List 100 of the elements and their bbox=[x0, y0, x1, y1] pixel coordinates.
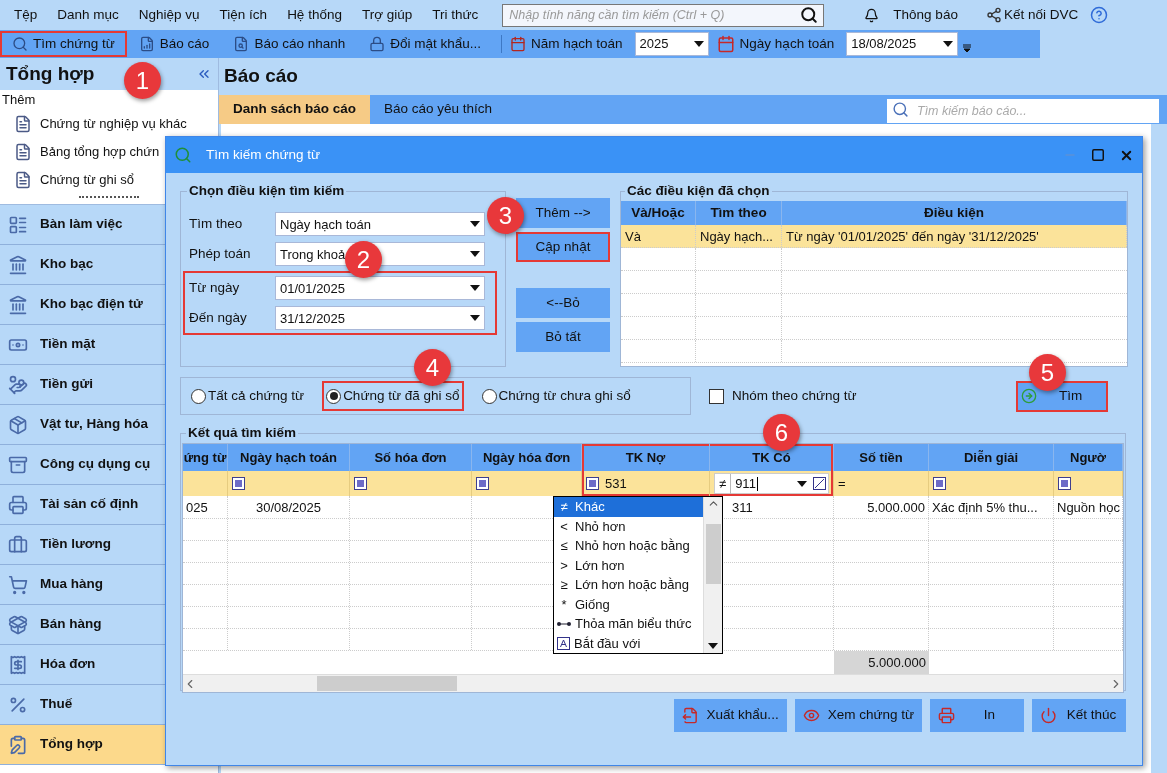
dropdown-item[interactable]: < Nhỏ hơn bbox=[554, 516, 703, 537]
overflow-icon[interactable] bbox=[963, 44, 972, 52]
column-header[interactable]: TK Nợ bbox=[625, 448, 666, 468]
checkbox[interactable] bbox=[709, 388, 724, 404]
combo-box[interactable]: 2025 bbox=[634, 32, 709, 56]
dialog-button[interactable]: Thêm --> bbox=[516, 198, 610, 228]
column-header[interactable]: TK Có bbox=[752, 448, 791, 468]
toolbar-button[interactable]: Tìm chứng từ bbox=[0, 31, 127, 57]
dropdown-item[interactable]: ≠ Khác bbox=[554, 497, 703, 517]
radio-button[interactable] bbox=[326, 388, 342, 404]
radio-option[interactable]: Chứng từ chưa ghi sổ bbox=[477, 381, 635, 411]
footer-button[interactable]: Xem chứng từ bbox=[794, 699, 922, 732]
lock-icon bbox=[369, 36, 386, 52]
toolbar-button[interactable]: Đổi mật khẩu... bbox=[357, 31, 494, 57]
dropdown-item[interactable]: ≤ Nhỏ hơn hoặc bằng bbox=[554, 536, 703, 556]
receipt-icon bbox=[8, 654, 28, 675]
column-header[interactable]: Tìm theo bbox=[710, 203, 767, 224]
hand-coins-icon bbox=[8, 374, 28, 395]
menu-item[interactable]: Hệ thống bbox=[287, 4, 342, 26]
filter-icon[interactable] bbox=[586, 477, 599, 491]
radio-button[interactable] bbox=[191, 388, 206, 404]
dialog-button[interactable]: Bỏ tất bbox=[516, 322, 610, 352]
help-icon[interactable] bbox=[1090, 6, 1109, 24]
menu-item[interactable]: Tiện ích bbox=[219, 4, 268, 26]
maximize-icon[interactable] bbox=[1091, 148, 1105, 162]
dialog-button[interactable]: Cập nhật bbox=[516, 232, 610, 262]
tab[interactable]: Danh sách báo cáo bbox=[219, 95, 371, 124]
table-cell-text: 30/08/2025 bbox=[255, 498, 322, 517]
total-cell-text: 5.000.000 bbox=[868, 654, 926, 672]
search-icon bbox=[174, 146, 192, 164]
clear-filter-icon[interactable] bbox=[813, 477, 826, 491]
eye-icon bbox=[802, 707, 820, 724]
group-title: Các điều kiện đã chọn bbox=[626, 182, 771, 200]
checkbox-option[interactable]: Nhóm theo chứng từ bbox=[709, 385, 857, 407]
column-header[interactable]: Điều kiện bbox=[924, 203, 984, 224]
toolbar-button[interactable]: Báo cáo nhanh bbox=[221, 31, 358, 57]
radio-button[interactable] bbox=[481, 388, 497, 404]
dropdown-item[interactable]: Bắt đầu với bbox=[554, 633, 703, 654]
menu-item[interactable]: Tệp bbox=[14, 4, 38, 26]
combo-box[interactable]: 01/01/2025 bbox=[275, 276, 485, 301]
filter-icon[interactable] bbox=[476, 477, 489, 491]
column-header[interactable]: Ngườ bbox=[1070, 448, 1106, 468]
search-field[interactable]: Nhập tính năng cần tìm kiếm (Ctrl + Q) bbox=[502, 3, 825, 27]
column-header[interactable]: Ngày hạch toán bbox=[240, 448, 337, 468]
field-label: Năm hạch toán bbox=[531, 34, 623, 53]
bank-icon bbox=[8, 254, 28, 275]
connect-link[interactable]: Kết nối DVC bbox=[1003, 4, 1079, 26]
caret-icon bbox=[470, 221, 480, 228]
menu-item[interactable]: Danh mục bbox=[57, 4, 119, 26]
box-icon bbox=[8, 414, 28, 435]
filter-field[interactable]: ≠ 911 bbox=[714, 473, 829, 495]
menu-item[interactable]: Tri thức bbox=[432, 4, 479, 26]
caret-icon bbox=[708, 643, 718, 650]
search-icon bbox=[12, 36, 28, 52]
connector-icon bbox=[557, 621, 571, 627]
combo-box[interactable]: 18/08/2025 bbox=[846, 32, 959, 56]
filter-value[interactable]: 531 bbox=[605, 474, 627, 494]
notifications-link[interactable]: Thông báo bbox=[893, 4, 958, 26]
search-button[interactable]: Tìm bbox=[1016, 380, 1108, 412]
filter-icon[interactable] bbox=[1058, 477, 1071, 491]
page-title: Báo cáo bbox=[224, 64, 298, 89]
dropdown-item[interactable]: ≥ Lớn hơn hoặc bằng bbox=[554, 575, 703, 595]
toolbar-button[interactable]: Báo cáo bbox=[126, 31, 222, 57]
filter-icon[interactable] bbox=[354, 477, 367, 491]
column-header[interactable]: Số tiền bbox=[859, 448, 903, 468]
scrollbar[interactable] bbox=[703, 497, 722, 654]
menu-item[interactable]: Nghiệp vụ bbox=[138, 4, 200, 26]
filter-operator[interactable]: = bbox=[838, 474, 846, 494]
section-label: Thêm bbox=[1, 91, 37, 109]
dropdown-item[interactable]: Thỏa mãn biểu thức bbox=[554, 614, 703, 634]
filter-icon[interactable] bbox=[933, 477, 946, 491]
calendar-icon bbox=[510, 36, 527, 52]
dropdown-item[interactable]: * Giống bbox=[554, 594, 703, 615]
column-header[interactable]: Diễn giải bbox=[963, 448, 1019, 468]
column-header[interactable]: Ngày hóa đơn bbox=[482, 448, 571, 468]
column-header[interactable]: Số hóa đơn bbox=[374, 448, 447, 468]
tab[interactable]: Báo cáo yêu thích bbox=[370, 95, 507, 124]
column-header[interactable]: Và/Hoặc bbox=[631, 203, 685, 224]
sidebar-link[interactable]: Bảng tổng hợp chứn bbox=[40, 142, 160, 162]
combo-box[interactable]: Ngày hạch toán bbox=[275, 212, 485, 237]
briefcase-icon bbox=[8, 534, 28, 555]
dropdown-item[interactable]: > Lớn hơn bbox=[554, 555, 703, 576]
sidebar-link[interactable]: Chứng từ nghiệp vụ khác bbox=[40, 114, 187, 134]
calendar-icon bbox=[716, 35, 735, 53]
document-icon bbox=[14, 115, 32, 133]
sidebar-link[interactable]: Chứng từ ghi sổ bbox=[40, 170, 134, 190]
filter-icon[interactable] bbox=[232, 477, 245, 491]
export-icon bbox=[681, 707, 699, 724]
footer-button[interactable]: In bbox=[930, 699, 1024, 732]
table-cell-text: 311 bbox=[732, 498, 753, 517]
table-cell-text: Từ ngày '01/01/2025' đến ngày '31/12/2025' bbox=[786, 227, 1039, 246]
document-search-icon bbox=[233, 36, 250, 52]
scrollbar[interactable] bbox=[183, 674, 1123, 693]
dialog-button[interactable]: <--Bỏ bbox=[516, 288, 610, 318]
footer-button[interactable]: Xuất khẩu... bbox=[673, 699, 787, 732]
footer-button[interactable]: Kết thúc bbox=[1032, 699, 1126, 732]
combo-box[interactable]: 31/12/2025 bbox=[275, 306, 485, 331]
menu-item[interactable]: Trợ giúp bbox=[361, 4, 413, 26]
table-row[interactable]: Và Ngày hạch... Từ ngày '01/01/2025' đến ngày '31/12/2025' bbox=[621, 225, 1127, 249]
search-field[interactable]: Tìm kiếm báo cáo... bbox=[887, 98, 1159, 123]
